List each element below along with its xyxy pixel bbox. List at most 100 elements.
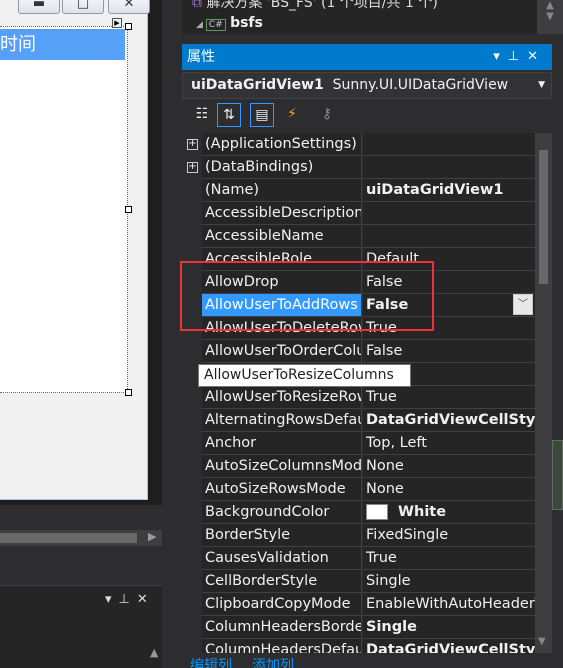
solution-label: 解决方案 'BS_FS' (1 个项目/共 1 个) <box>206 0 438 11</box>
resize-handle[interactable] <box>125 389 132 396</box>
property-row[interactable]: AllowUserToOrderColumnsFalse <box>182 340 535 363</box>
property-value-text: DataGridViewCellStyle <box>366 412 535 428</box>
property-value[interactable]: EnableWithAutoHeaderText <box>363 593 535 616</box>
row-gutter <box>182 501 202 524</box>
vertical-scrollbar[interactable]: ▲ ▼ <box>537 0 563 34</box>
property-name[interactable]: (DataBindings) <box>202 156 362 179</box>
property-value[interactable]: None <box>363 455 535 478</box>
property-value[interactable]: Top, Left <box>363 432 535 455</box>
property-row[interactable]: CellBorderStyle Single <box>182 570 535 593</box>
property-value-text: White <box>398 504 447 520</box>
smart-tag-icon[interactable]: ▶ <box>112 18 122 28</box>
row-gutter: + <box>182 133 202 156</box>
property-name[interactable]: AlternatingRowsDefaultCellStyle <box>202 409 362 432</box>
property-name[interactable]: CellBorderStyle <box>202 570 362 593</box>
scroll-up-icon[interactable]: ▲ <box>150 646 158 659</box>
property-name[interactable]: CausesValidation <box>202 547 362 570</box>
property-pages-icon[interactable]: ⚷ <box>315 103 339 127</box>
add-column-link[interactable]: 添加列 <box>252 658 294 668</box>
alphabetical-icon[interactable]: ⇅ <box>217 103 241 127</box>
maximize-button[interactable]: □ <box>62 0 104 14</box>
property-name[interactable]: AutoSizeColumnsMode <box>202 455 362 478</box>
property-name[interactable]: ColumnHeadersDefaultCellStyle <box>202 639 362 653</box>
edit-columns-link[interactable]: 编辑列 <box>190 658 232 668</box>
expand-plus-icon[interactable]: + <box>187 139 198 150</box>
resize-handle[interactable] <box>125 23 132 30</box>
value-dropdown-button[interactable]: ﹀ <box>513 294 533 315</box>
property-value[interactable]: FixedSingle <box>363 524 535 547</box>
scroll-right-icon[interactable]: ▶ <box>148 530 156 543</box>
property-value[interactable]: Single <box>363 570 535 593</box>
property-name[interactable]: AllowUserToOrderColumns <box>202 340 362 363</box>
map-scroll-indicator[interactable] <box>552 440 563 510</box>
resize-handle[interactable] <box>125 206 132 213</box>
close-button[interactable]: ✕ <box>108 0 150 14</box>
property-value[interactable]: uiDataGridView1 <box>363 179 535 202</box>
property-row[interactable]: AlternatingRowsDefaultCellStyleDataGridV… <box>182 409 535 432</box>
property-name[interactable]: AllowUserToResizeRows <box>202 386 362 409</box>
object-selector[interactable]: uiDataGridView1 Sunny.UI.UIDataGridView ▼ <box>182 72 552 99</box>
property-value[interactable]: True <box>363 547 535 570</box>
scrollbar-thumb[interactable] <box>0 533 137 543</box>
property-name[interactable]: BackgroundColor <box>202 501 362 524</box>
properties-icon[interactable]: ▤ <box>250 103 274 127</box>
property-row[interactable]: CausesValidation True <box>182 547 535 570</box>
row-gutter <box>182 593 202 616</box>
expand-plus-icon[interactable]: + <box>187 162 198 173</box>
property-name[interactable]: AccessibleName <box>202 225 362 248</box>
property-value[interactable]: DataGridViewCellStyle <box>363 639 535 653</box>
property-name[interactable]: AutoSizeRowsMode <box>202 478 362 501</box>
solution-node[interactable]: ⧉ 解决方案 'BS_FS' (1 个项目/共 1 个) <box>192 0 438 12</box>
column-header[interactable]: 限时间 <box>0 29 125 60</box>
property-row[interactable]: AccessibleDescription <box>182 202 535 225</box>
property-row[interactable]: BackgroundColor White <box>182 501 535 524</box>
row-gutter <box>182 179 202 202</box>
property-row[interactable]: AccessibleName <box>182 225 535 248</box>
row-gutter <box>182 639 202 653</box>
panel-controls-icons[interactable]: ▾⊥✕ <box>105 592 155 607</box>
property-name[interactable]: AccessibleDescription <box>202 202 362 225</box>
csharp-project-icon: C# <box>205 19 226 31</box>
events-icon[interactable]: ⚡ <box>280 103 304 127</box>
datagridview-control[interactable] <box>0 26 128 393</box>
project-node[interactable]: ◢ C# bsfs <box>196 15 263 31</box>
row-gutter <box>182 547 202 570</box>
scroll-down-icon[interactable]: ▼ <box>538 636 546 647</box>
categorized-icon[interactable]: ☷ <box>190 103 214 127</box>
property-row[interactable]: AutoSizeColumnsMode None <box>182 455 535 478</box>
expand-arrow-icon[interactable]: ◢ <box>196 20 206 30</box>
property-row[interactable]: (Name) uiDataGridView1 <box>182 179 535 202</box>
solution-explorer: ⧉ 解决方案 'BS_FS' (1 个项目/共 1 个) ◢ C# bsfs ▲… <box>182 0 563 34</box>
property-value[interactable]: White <box>363 501 535 524</box>
property-value[interactable]: DataGridViewCellStyle <box>363 409 535 432</box>
property-row[interactable]: ColumnHeadersDefaultCellStyle DataGridVie… <box>182 639 535 653</box>
property-row[interactable]: ColumnHeadersBorderStyleSingle <box>182 616 535 639</box>
property-value[interactable] <box>363 225 535 248</box>
property-value[interactable]: True <box>363 386 535 409</box>
property-name[interactable]: ClipboardCopyMode <box>202 593 362 616</box>
property-row[interactable]: BorderStyle FixedSingle <box>182 524 535 547</box>
property-row[interactable]: + (DataBindings) <box>182 156 535 179</box>
scrollbar-thumb[interactable] <box>539 150 548 284</box>
property-value[interactable]: None <box>363 478 535 501</box>
minimize-button[interactable]: ▬ <box>18 0 60 14</box>
property-value[interactable]: Single <box>363 616 535 639</box>
property-row[interactable]: AutoSizeRowsMode None <box>182 478 535 501</box>
property-name[interactable]: BorderStyle <box>202 524 362 547</box>
panel-controls-icons[interactable]: ▾⊥✕ <box>493 44 546 70</box>
property-row[interactable]: ClipboardCopyModeEnableWithAutoHeaderTex… <box>182 593 535 616</box>
property-name[interactable]: (ApplicationSettings) <box>202 133 362 156</box>
property-value[interactable] <box>363 202 535 225</box>
property-name[interactable]: Anchor <box>202 432 362 455</box>
property-value[interactable]: False <box>363 340 535 363</box>
property-row[interactable]: + (ApplicationSettings) <box>182 133 535 156</box>
property-row[interactable]: Anchor Top, Left <box>182 432 535 455</box>
properties-title-bar[interactable]: 属性 ▾⊥✕ <box>182 44 552 70</box>
property-name[interactable]: ColumnHeadersBorderStyle <box>202 616 362 639</box>
property-value[interactable] <box>363 156 535 179</box>
row-gutter <box>182 478 202 501</box>
property-row[interactable]: AllowUserToResizeRows True <box>182 386 535 409</box>
property-value[interactable] <box>363 133 535 156</box>
dropdown-arrow-icon[interactable]: ▼ <box>538 73 545 98</box>
property-name[interactable]: (Name) <box>202 179 362 202</box>
